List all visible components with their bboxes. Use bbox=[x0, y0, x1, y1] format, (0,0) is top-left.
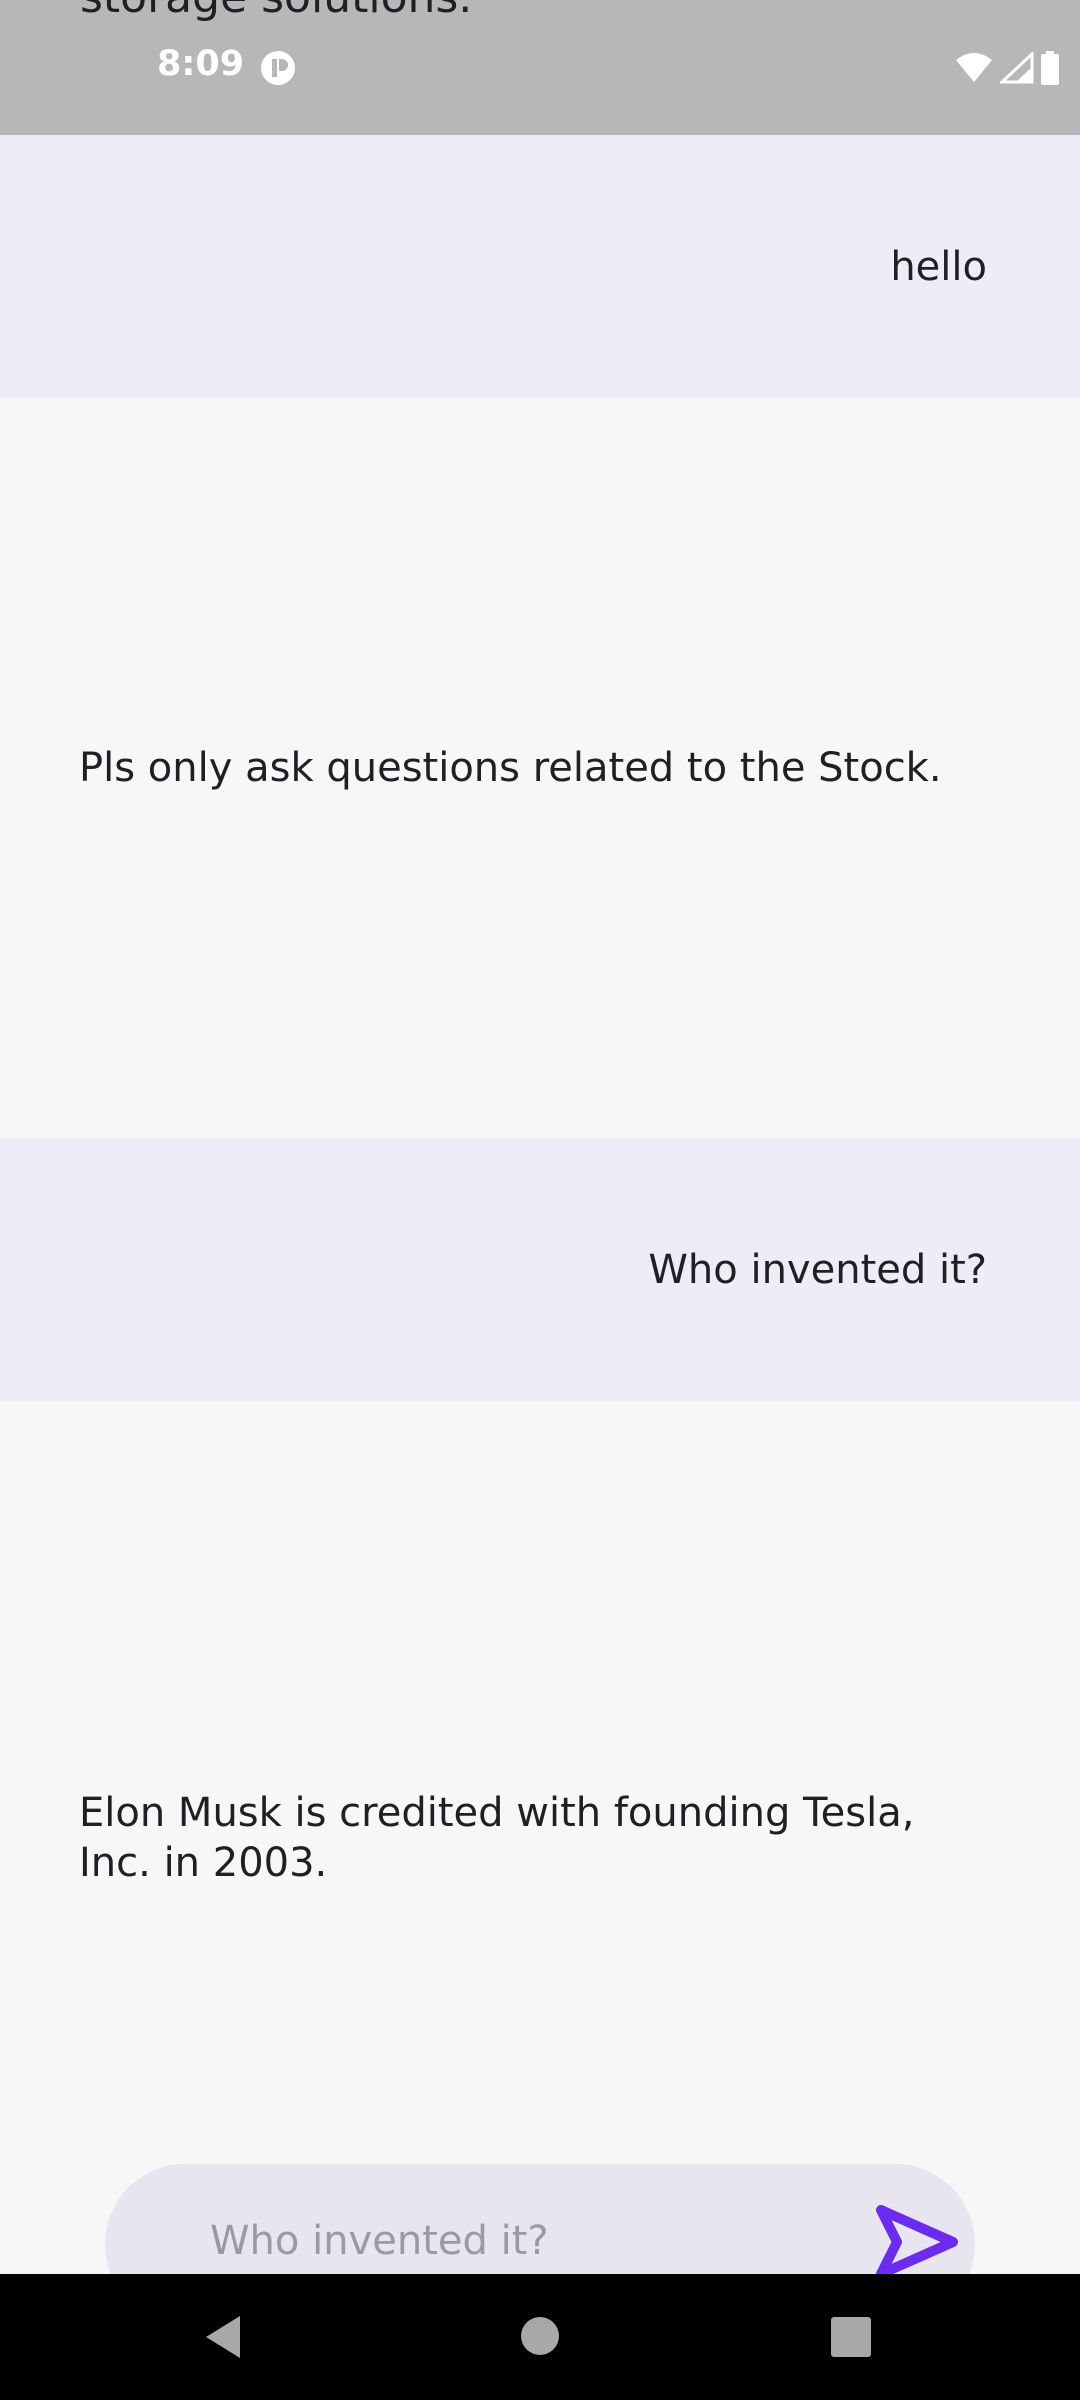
recents-square-icon[interactable] bbox=[831, 2317, 871, 2357]
user-message: hello bbox=[0, 135, 1080, 398]
wifi-icon bbox=[956, 53, 992, 82]
message-text: hello bbox=[890, 243, 987, 290]
status-bar: storage solutions. 8:09 bbox=[0, 0, 1080, 135]
message-input-text[interactable]: Who invented it? bbox=[210, 2218, 549, 2264]
status-icons bbox=[954, 50, 1060, 86]
battery-icon bbox=[1041, 51, 1059, 85]
message-text: Elon Musk is credited with founding Tesl… bbox=[79, 1789, 915, 1886]
message-text: Pls only ask questions related to the St… bbox=[79, 745, 942, 791]
clipped-previous-message: storage solutions. bbox=[80, 0, 472, 23]
message-text: Who invented it? bbox=[648, 1246, 987, 1293]
back-triangle-icon[interactable] bbox=[200, 2312, 244, 2362]
signal-icon bbox=[1000, 52, 1034, 84]
assistant-message: Elon Musk is credited with founding Tesl… bbox=[0, 1401, 1080, 2274]
assistant-message: Pls only ask questions related to the St… bbox=[0, 398, 1080, 1138]
home-circle-icon[interactable] bbox=[521, 2317, 559, 2355]
circle-p-icon bbox=[261, 51, 295, 85]
user-message: Who invented it? bbox=[0, 1138, 1080, 1401]
status-time: 8:09 bbox=[157, 44, 245, 84]
send-icon[interactable] bbox=[871, 2202, 961, 2282]
navigation-bar bbox=[0, 2274, 1080, 2400]
